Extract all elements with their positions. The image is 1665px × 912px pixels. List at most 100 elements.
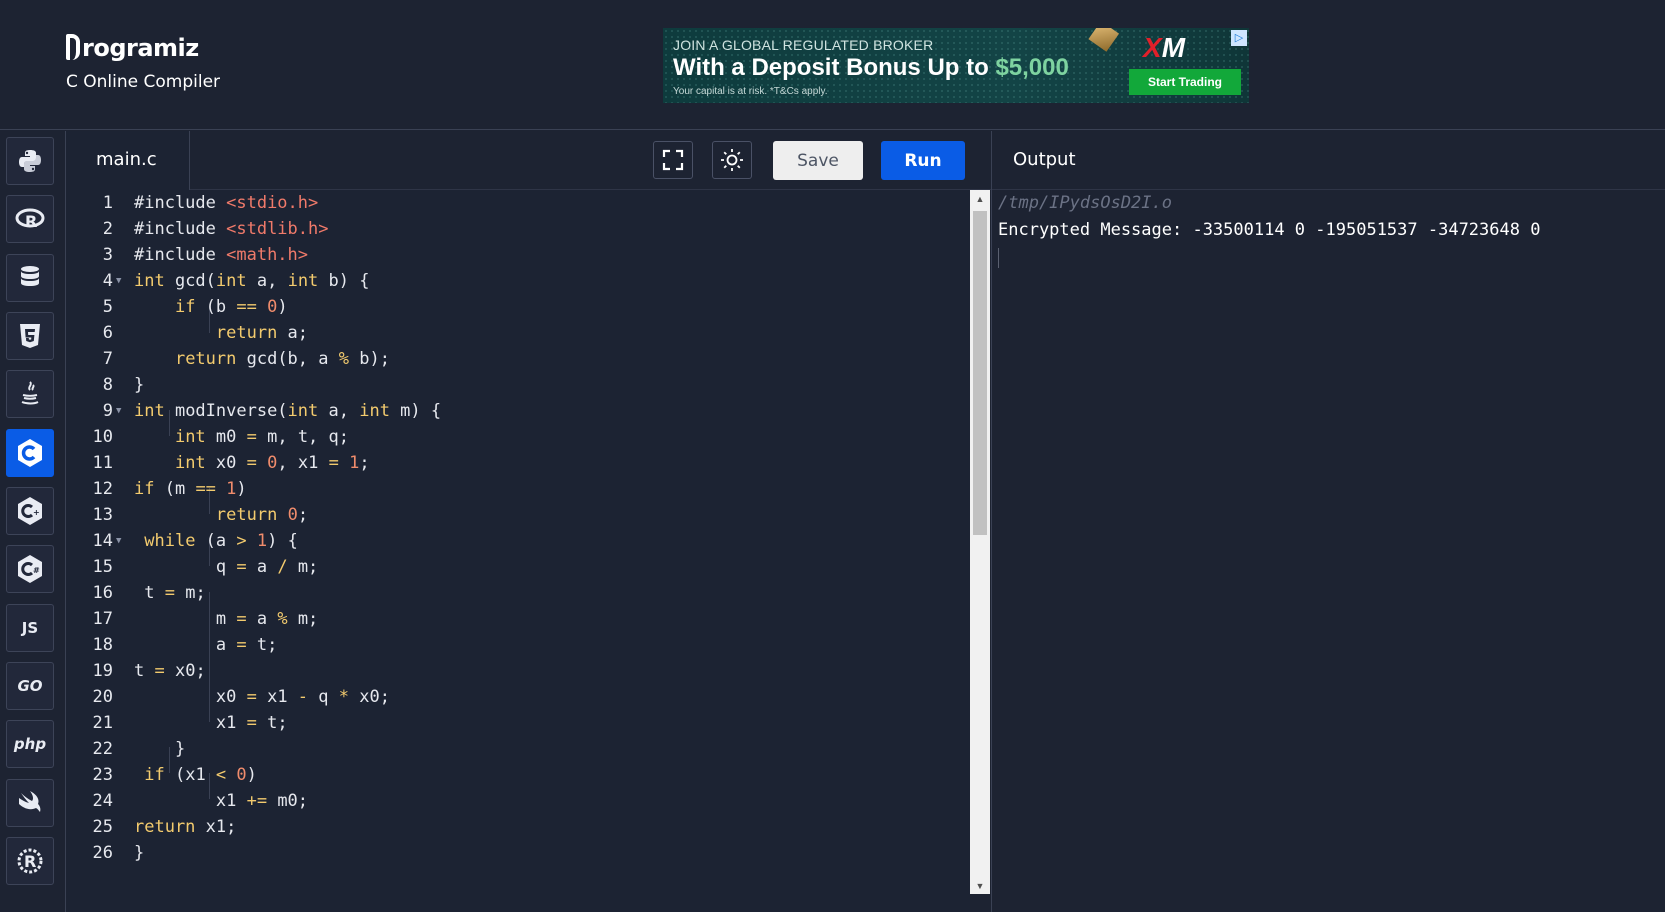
- python-icon[interactable]: [6, 137, 54, 185]
- start-trading-button[interactable]: Start Trading: [1129, 69, 1241, 95]
- ad-disclaimer: Your capital is at risk. *T&Cs apply.: [673, 86, 828, 97]
- c-language-icon[interactable]: [6, 429, 54, 477]
- r-icon[interactable]: R: [6, 195, 54, 243]
- ad-choices-icon[interactable]: ▷: [1231, 30, 1247, 46]
- code-line: 14 ▼ while (a > 1) {: [66, 528, 966, 555]
- line-number: 18: [92, 635, 113, 655]
- code-line: 24 x1 += m0;: [66, 788, 966, 815]
- javascript-icon[interactable]: JS: [6, 604, 54, 652]
- code-line: 17 m = a % m;: [66, 606, 966, 633]
- ad-headline: JOIN A GLOBAL REGULATED BROKER: [673, 37, 934, 53]
- code-line: 23 if (x1 < 0): [66, 762, 966, 789]
- tab-main-c[interactable]: main.c: [66, 131, 190, 190]
- xm-logo: XM: [1143, 32, 1185, 64]
- line-number: 2: [102, 219, 113, 239]
- go-label: GO: [17, 677, 43, 695]
- code-line: 10 int m0 = m, t, q;: [66, 424, 966, 451]
- go-icon[interactable]: GO: [6, 662, 54, 710]
- line-number: 5: [102, 297, 113, 317]
- line-number: 24: [92, 791, 113, 811]
- line-number: 6: [102, 323, 113, 343]
- line-number: 12: [92, 479, 113, 499]
- code-line: 22 }: [66, 736, 966, 763]
- fold-arrow-icon[interactable]: ▼: [116, 528, 121, 555]
- line-number: 10: [92, 427, 113, 447]
- code-line: 7 return gcd(b, a % b);: [66, 346, 966, 373]
- scroll-up-arrow-icon[interactable]: ▲: [970, 190, 990, 208]
- code-editor[interactable]: 1 #include <stdio.h> 2 #include <stdlib.h>…: [66, 190, 970, 912]
- line-number: 13: [92, 505, 113, 525]
- scrollbar-thumb[interactable]: [973, 211, 987, 535]
- svg-text:R: R: [24, 852, 36, 871]
- ad-offer: With a Deposit Bonus Up to $5,000: [673, 54, 1069, 82]
- line-number: 20: [92, 687, 113, 707]
- save-button[interactable]: Save: [773, 141, 863, 180]
- line-number: 8: [102, 375, 113, 395]
- code-line: 3 #include <math.h>: [66, 242, 966, 269]
- xm-logo-x: X: [1143, 32, 1162, 63]
- programiz-logo[interactable]: rogramiz: [66, 34, 220, 62]
- code-line: 5 if (b == 0): [66, 294, 966, 321]
- fullscreen-icon: [662, 149, 684, 171]
- brand[interactable]: rogramiz C Online Compiler: [66, 34, 220, 92]
- output-panel: Output /tmp/IPydsOsD2I.o Encrypted Messa…: [991, 131, 1665, 912]
- line-number: 7: [102, 349, 113, 369]
- fullscreen-button[interactable]: [653, 141, 693, 179]
- output-text: Encrypted Message: -33500114 0 -19505153…: [998, 220, 1541, 240]
- line-number: 1: [102, 193, 113, 213]
- line-number: 21: [92, 713, 113, 733]
- fold-arrow-icon[interactable]: ▼: [116, 268, 121, 295]
- output-binary-path: /tmp/IPydsOsD2I.o: [998, 193, 1172, 213]
- xm-logo-m: M: [1161, 32, 1186, 63]
- html5-icon[interactable]: [6, 312, 54, 360]
- csharp-icon[interactable]: #: [6, 545, 54, 593]
- code-line: 19 t = x0;: [66, 658, 966, 685]
- code-line: 26}: [66, 840, 966, 867]
- code-line: 15 q = a / m;: [66, 554, 966, 581]
- code-line: 12 if (m == 1): [66, 476, 966, 503]
- line-number: 14: [92, 531, 113, 551]
- line-number: 16: [92, 583, 113, 603]
- run-button[interactable]: Run: [881, 141, 965, 180]
- code-line: 25 return x1;: [66, 814, 966, 841]
- code-line: 20 x0 = x1 - q * x0;: [66, 684, 966, 711]
- programiz-logo-icon: [66, 34, 80, 60]
- code-line: 21 x1 = t;: [66, 710, 966, 737]
- ad-offer-amount: $5,000: [995, 54, 1069, 81]
- code-line: 4 ▼ int gcd(int a, int b) {: [66, 268, 966, 295]
- line-number: 3: [102, 245, 113, 265]
- output-console[interactable]: /tmp/IPydsOsD2I.o Encrypted Message: -33…: [998, 190, 1658, 268]
- code-line: 13 return 0;: [66, 502, 966, 529]
- java-icon[interactable]: [6, 370, 54, 418]
- rust-icon[interactable]: R: [6, 837, 54, 885]
- database-icon[interactable]: [6, 254, 54, 302]
- cpp-icon[interactable]: +: [6, 487, 54, 535]
- code-line: 9 ▼ int modInverse(int a, int m) {: [66, 398, 966, 425]
- code-line: 6 return a;: [66, 320, 966, 347]
- swift-icon[interactable]: [6, 779, 54, 827]
- line-number: 17: [92, 609, 113, 629]
- line-number: 23: [92, 765, 113, 785]
- fold-arrow-icon[interactable]: ▼: [116, 398, 121, 425]
- line-number: 9: [102, 401, 113, 421]
- line-number: 22: [92, 739, 113, 759]
- code-line: 2 #include <stdlib.h>: [66, 216, 966, 243]
- svg-text:R: R: [25, 212, 37, 231]
- page-subtitle: C Online Compiler: [66, 72, 221, 92]
- language-sidebar: R + # JS GO php R: [0, 131, 66, 912]
- ad-offer-text: With a Deposit Bonus Up to: [673, 54, 996, 81]
- php-icon[interactable]: php: [6, 720, 54, 768]
- console-cursor: [998, 248, 999, 268]
- ad-banner[interactable]: JOIN A GLOBAL REGULATED BROKER With a De…: [663, 28, 1249, 103]
- line-number: 15: [92, 557, 113, 577]
- code-line: 8}: [66, 372, 966, 399]
- sun-icon: [721, 149, 743, 171]
- gold-bar-icon: [1088, 28, 1120, 52]
- scroll-down-arrow-icon[interactable]: ▼: [970, 877, 990, 895]
- line-number: 26: [92, 843, 113, 863]
- code-line: 16 t = m;: [66, 580, 966, 607]
- theme-toggle-button[interactable]: [712, 141, 752, 179]
- line-number: 25: [92, 817, 113, 837]
- svg-text:+: +: [33, 508, 40, 517]
- code-line: 1 #include <stdio.h>: [66, 190, 966, 217]
